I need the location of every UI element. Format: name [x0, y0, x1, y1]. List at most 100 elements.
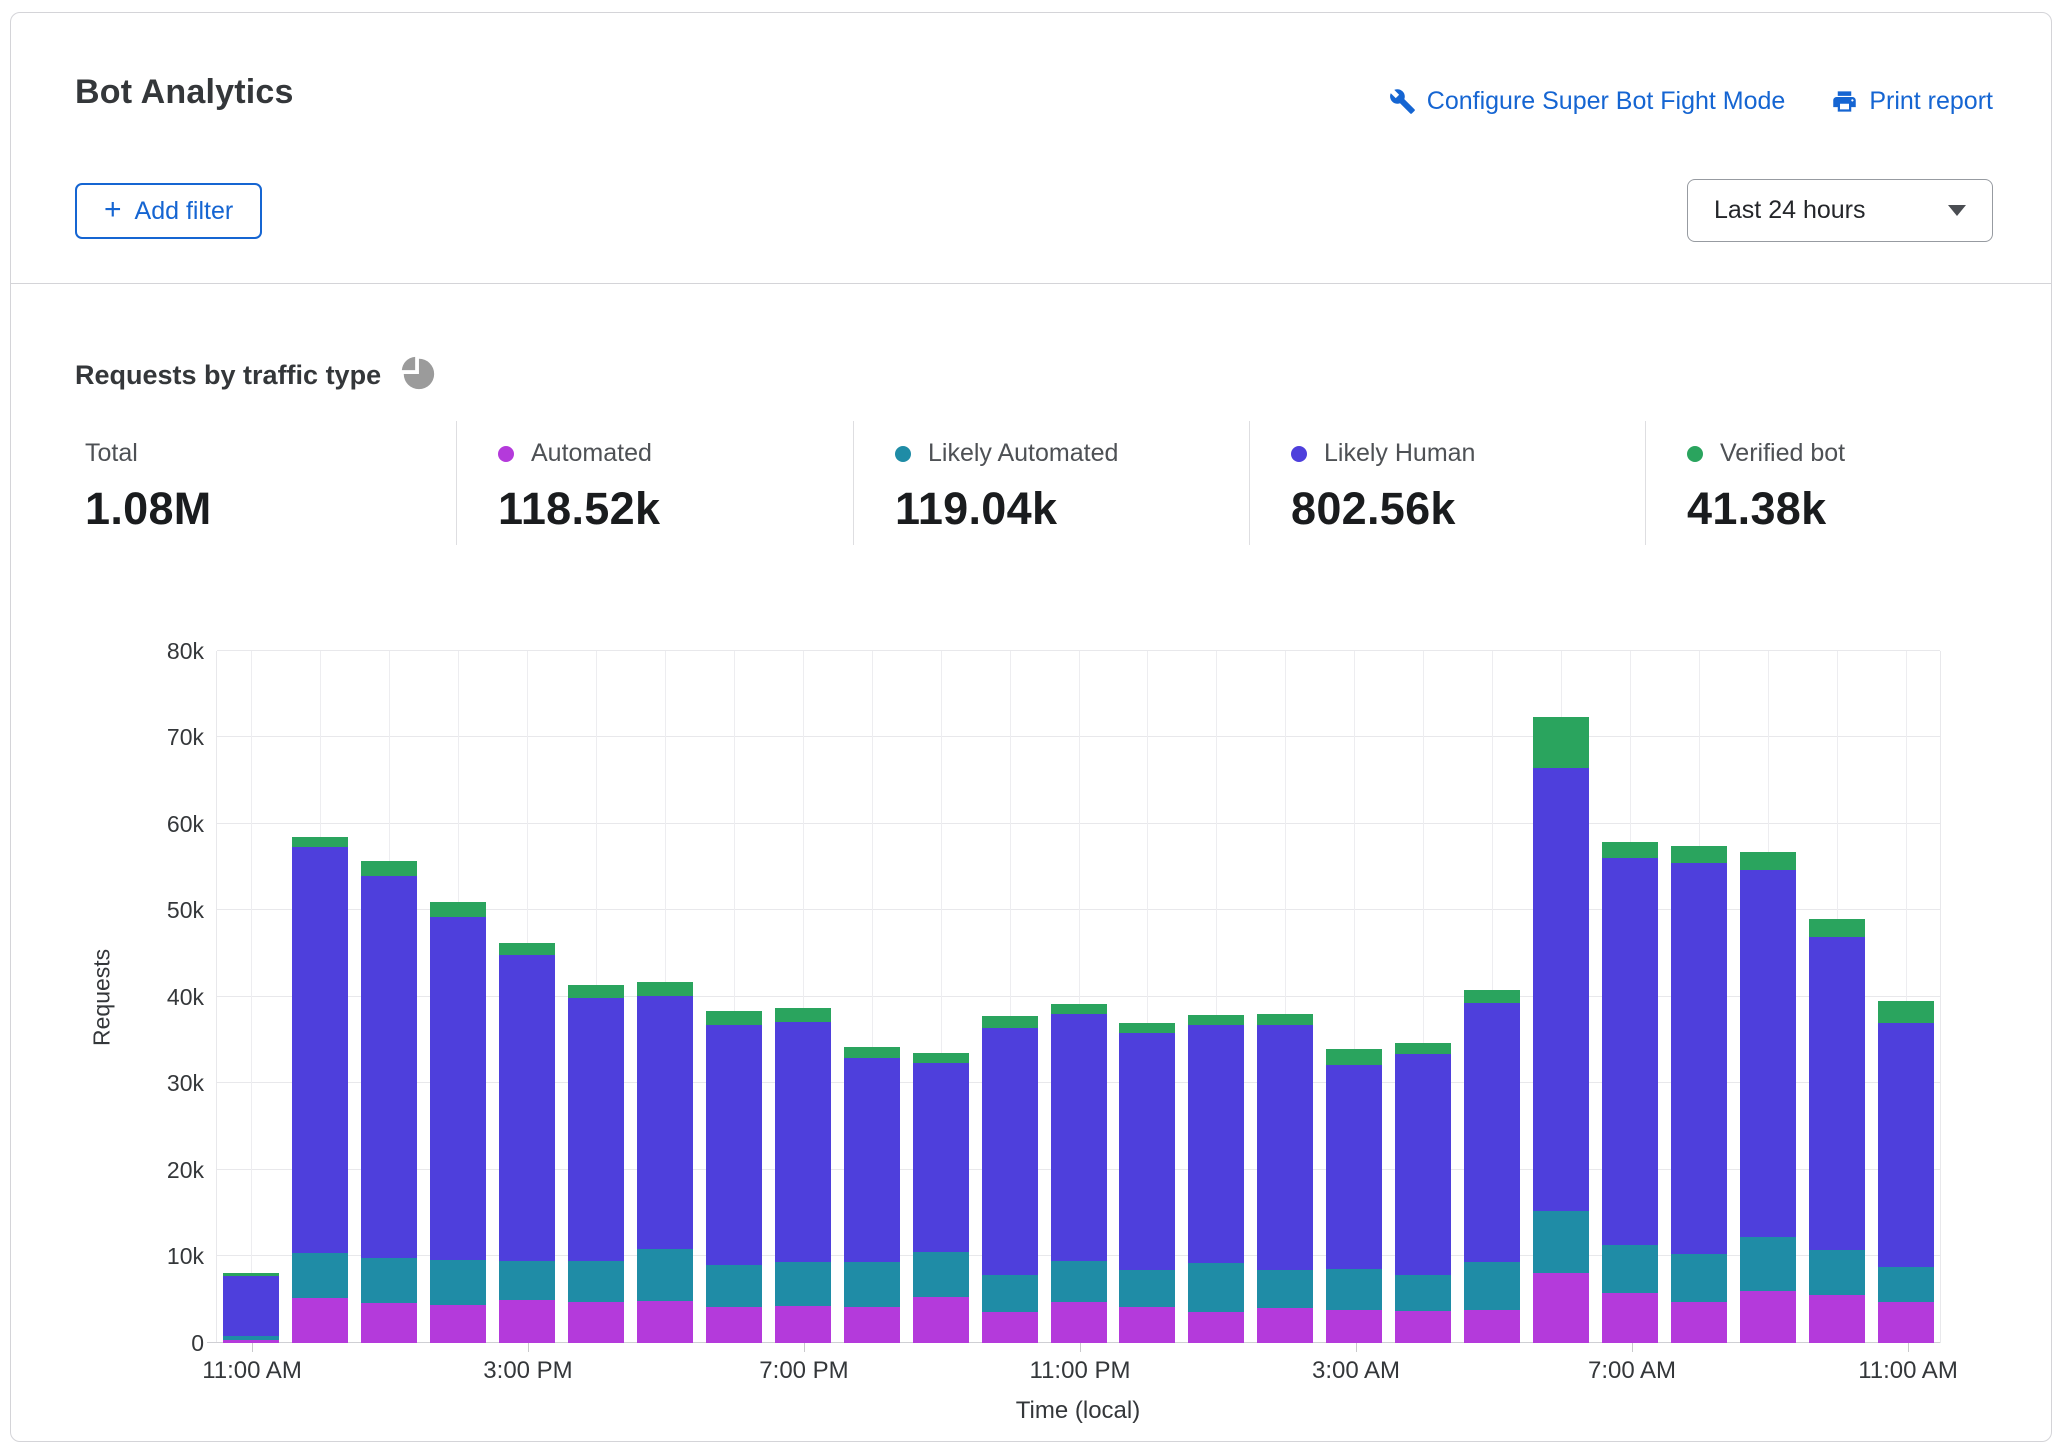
stacked-bar[interactable]	[637, 982, 693, 1343]
segment-likely-automated	[1257, 1270, 1313, 1308]
stacked-bar[interactable]	[1257, 1014, 1313, 1343]
segment-verified-bot	[1533, 717, 1589, 768]
x-tick-mark	[1632, 1343, 1633, 1352]
print-report-link[interactable]: Print report	[1831, 87, 1993, 116]
stacked-bar[interactable]	[1395, 1043, 1451, 1343]
segment-verified-bot	[982, 1016, 1038, 1028]
stacked-bar[interactable]	[1119, 1023, 1175, 1343]
stacked-bar[interactable]	[1326, 1049, 1382, 1343]
segment-automated	[1602, 1293, 1658, 1343]
segment-automated	[1119, 1307, 1175, 1343]
x-tick-mark	[1356, 1343, 1357, 1352]
bar-slot-10-00-am	[1802, 651, 1871, 1343]
bar-slot-8-00-am	[1664, 651, 1733, 1343]
segment-likely-human	[1326, 1065, 1382, 1269]
segment-likely-human	[1188, 1025, 1244, 1263]
bar-slot-11-00-pm	[1044, 651, 1113, 1343]
stacked-bar[interactable]	[1671, 846, 1727, 1343]
segment-verified-bot	[430, 902, 486, 917]
bar-slot-7-00-pm	[768, 651, 837, 1343]
stacked-bar[interactable]	[1188, 1015, 1244, 1343]
segment-likely-human	[844, 1058, 900, 1262]
configure-link-label: Configure Super Bot Fight Mode	[1427, 87, 1786, 116]
bar-slot-2-00-pm	[424, 651, 493, 1343]
stacked-bar[interactable]	[982, 1016, 1038, 1343]
stacked-bar[interactable]	[775, 1008, 831, 1343]
segment-likely-automated	[1602, 1245, 1658, 1293]
stacked-bar[interactable]	[292, 837, 348, 1343]
stacked-bar[interactable]	[1051, 1004, 1107, 1343]
x-axis-title: Time (local)	[1016, 1397, 1140, 1425]
segment-verified-bot	[1740, 852, 1796, 870]
y-tick-label: 20k	[124, 1157, 204, 1183]
segment-likely-human	[1395, 1054, 1451, 1275]
segment-automated	[913, 1297, 969, 1343]
stacked-bar[interactable]	[1533, 717, 1589, 1343]
bar-slot-6-00-am	[1527, 651, 1596, 1343]
stacked-bar[interactable]	[1809, 919, 1865, 1343]
x-tick-mark	[804, 1343, 805, 1352]
y-tick-label: 80k	[124, 638, 204, 664]
stacked-bar[interactable]	[223, 1273, 279, 1343]
segment-automated	[223, 1340, 279, 1343]
bar-slot-1-00-am	[1182, 651, 1251, 1343]
stacked-bar[interactable]	[844, 1047, 900, 1343]
segment-likely-human	[1119, 1033, 1175, 1270]
segment-automated	[361, 1303, 417, 1343]
segment-automated	[1395, 1311, 1451, 1343]
bar-slot-11-00-am	[1871, 651, 1940, 1343]
segment-automated	[1878, 1302, 1934, 1343]
bar-slot-9-00-pm	[906, 651, 975, 1343]
stacked-bar[interactable]	[430, 902, 486, 1343]
segment-likely-human	[1533, 768, 1589, 1211]
segment-likely-automated	[844, 1262, 900, 1307]
configure-super-bot-fight-mode-link[interactable]: Configure Super Bot Fight Mode	[1389, 87, 1786, 116]
stat-likely-automated: Likely Automated 119.04k	[853, 421, 1249, 545]
segment-likely-human	[913, 1063, 969, 1252]
stacked-bar[interactable]	[568, 985, 624, 1343]
stat-label: Likely Automated	[928, 439, 1118, 468]
stat-value: 1.08M	[85, 483, 456, 535]
stat-label: Total	[85, 439, 138, 468]
printer-icon	[1831, 88, 1858, 115]
stat-verified-bot: Verified bot41.38k	[1645, 421, 1995, 545]
x-tick-label: 11:00 AM	[167, 1357, 337, 1385]
bar-slot-3-00-pm	[493, 651, 562, 1343]
segment-likely-automated	[706, 1265, 762, 1307]
time-range-select[interactable]: Last 24 hours	[1687, 179, 1993, 242]
stacked-bar[interactable]	[499, 943, 555, 1343]
pie-chart-icon	[399, 354, 437, 397]
y-tick-label: 70k	[124, 724, 204, 750]
segment-likely-human	[361, 876, 417, 1258]
segment-likely-human	[292, 847, 348, 1253]
stacked-bar[interactable]	[706, 1011, 762, 1343]
segment-automated	[775, 1306, 831, 1343]
stat-automated: Automated118.52k	[456, 421, 853, 545]
time-range-value: Last 24 hours	[1714, 196, 1866, 225]
stacked-bar[interactable]	[1878, 1001, 1934, 1343]
segment-automated	[844, 1307, 900, 1343]
y-tick-label: 60k	[124, 811, 204, 837]
page-title: Bot Analytics	[75, 73, 294, 112]
segment-likely-automated	[1533, 1211, 1589, 1273]
stacked-bar[interactable]	[361, 861, 417, 1343]
segment-likely-automated	[1119, 1270, 1175, 1307]
stacked-bar[interactable]	[1740, 852, 1796, 1343]
segment-verified-bot	[1602, 842, 1658, 858]
segment-likely-automated	[913, 1252, 969, 1297]
stacked-bar[interactable]	[1464, 990, 1520, 1343]
segment-automated	[1533, 1273, 1589, 1343]
stacked-bar[interactable]	[1602, 842, 1658, 1343]
add-filter-button[interactable]: + Add filter	[75, 183, 262, 239]
stat-value: 119.04k	[895, 483, 1249, 535]
stacked-bar[interactable]	[913, 1053, 969, 1343]
x-tick-label: 7:00 PM	[719, 1357, 889, 1385]
segment-likely-automated	[292, 1253, 348, 1298]
segment-automated	[1671, 1302, 1727, 1343]
segment-likely-human	[223, 1276, 279, 1336]
vertical-gridline	[251, 651, 252, 1343]
segment-verified-bot	[1257, 1014, 1313, 1025]
segment-likely-automated	[982, 1275, 1038, 1312]
header-links: Configure Super Bot Fight Mode Print rep…	[1389, 87, 1993, 116]
chevron-down-icon	[1948, 205, 1966, 216]
